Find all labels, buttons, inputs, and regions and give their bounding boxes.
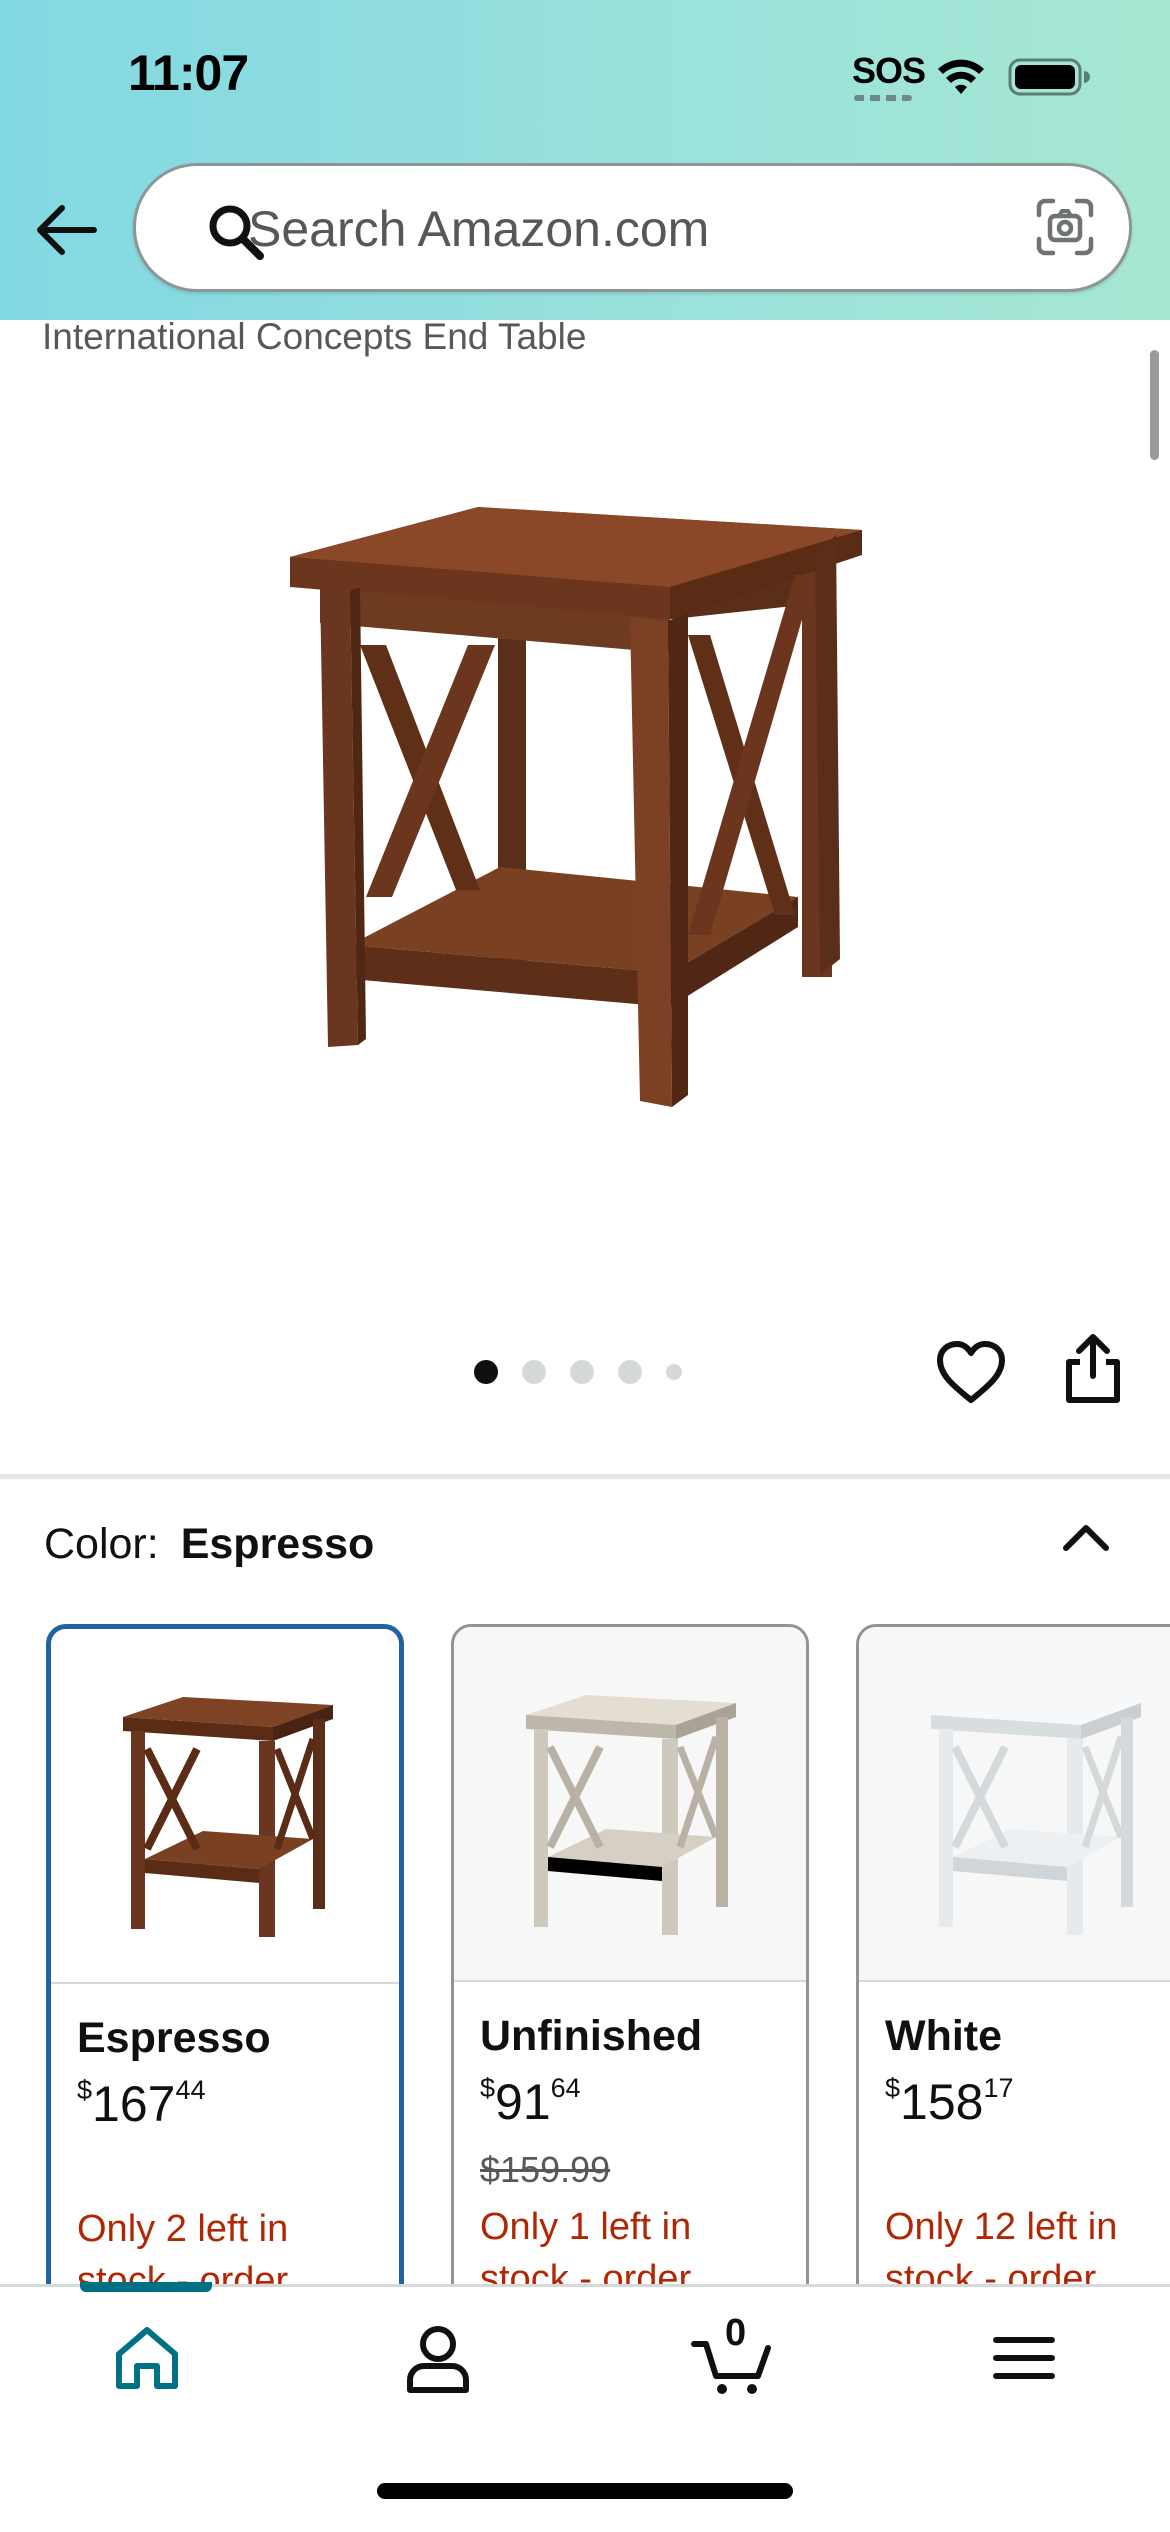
- heart-icon[interactable]: [936, 1340, 1006, 1406]
- swatch-price: $16744: [77, 2075, 206, 2133]
- carousel-dot[interactable]: [666, 1364, 682, 1380]
- table-thumbnail-image: [931, 1695, 1141, 1935]
- swatch-thumbnail: [454, 1627, 806, 1982]
- swatch-thumbnail: [859, 1627, 1170, 1982]
- carousel-dot[interactable]: [522, 1360, 546, 1384]
- wifi-icon: [938, 59, 984, 94]
- price-whole: 91: [495, 2074, 551, 2130]
- image-carousel-dots[interactable]: [474, 1357, 706, 1387]
- menu-hamburger-icon[interactable]: [984, 2318, 1064, 2398]
- back-arrow-icon[interactable]: [32, 198, 102, 262]
- swatch-white[interactable]: White $15817 Only 12 left in stock - ord…: [856, 1624, 1170, 2324]
- swatch-name: White: [885, 2012, 1003, 2060]
- list-price-strikethrough: $159.99: [480, 2149, 611, 2190]
- status-time: 11:07: [128, 45, 249, 101]
- price-fraction: 17: [983, 2073, 1014, 2103]
- color-label: Color:: [44, 1520, 159, 1568]
- product-title[interactable]: International Concepts End Table: [42, 316, 586, 358]
- active-tab-indicator: [80, 2282, 212, 2292]
- camera-scan-icon[interactable]: [1035, 197, 1095, 257]
- scrollbar[interactable]: [1150, 350, 1159, 460]
- swatch-espresso[interactable]: Espresso $16744 Only 2 left in stock - o…: [46, 1624, 404, 2324]
- currency-symbol: $: [77, 2075, 93, 2105]
- table-thumbnail-image: [123, 1697, 333, 1937]
- swatch-price: $9164: [480, 2073, 581, 2131]
- cart-count-badge: 0: [725, 2312, 747, 2354]
- signal-dots: [854, 95, 912, 101]
- search-bar[interactable]: [133, 163, 1132, 292]
- section-divider: [0, 1474, 1170, 1479]
- price-fraction: 64: [550, 2073, 581, 2103]
- swatch-price: $15817: [885, 2073, 1014, 2131]
- chevron-up-icon[interactable]: [1060, 1516, 1112, 1556]
- selected-color-value: Espresso: [180, 1520, 375, 1568]
- swatch-name: Unfinished: [480, 2012, 703, 2060]
- home-icon[interactable]: [107, 2318, 187, 2398]
- product-image[interactable]: [290, 495, 880, 1115]
- swatch-thumbnail: [51, 1629, 399, 1984]
- carousel-dot[interactable]: [618, 1360, 642, 1384]
- table-thumbnail-image: [526, 1695, 736, 1935]
- home-indicator[interactable]: [377, 2483, 793, 2499]
- price-fraction: 44: [175, 2075, 206, 2105]
- status-sos: SOS: [852, 50, 926, 91]
- swatch-unfinished[interactable]: Unfinished $9164 $159.99 Only 1 left in …: [451, 1624, 809, 2324]
- carousel-dot[interactable]: [570, 1360, 594, 1384]
- color-selector-header[interactable]: Color: Espresso: [44, 1520, 374, 1569]
- swatch-name: Espresso: [77, 2014, 271, 2062]
- currency-symbol: $: [480, 2073, 496, 2103]
- app-header: 11:07 SOS: [0, 0, 1170, 320]
- share-icon[interactable]: [1062, 1332, 1124, 1406]
- price-whole: 167: [92, 2076, 176, 2132]
- account-icon[interactable]: [398, 2318, 478, 2398]
- search-input[interactable]: [248, 192, 948, 266]
- price-whole: 158: [900, 2074, 984, 2130]
- currency-symbol: $: [885, 2073, 901, 2103]
- battery-icon: [1008, 58, 1090, 96]
- carousel-dot[interactable]: [474, 1360, 498, 1384]
